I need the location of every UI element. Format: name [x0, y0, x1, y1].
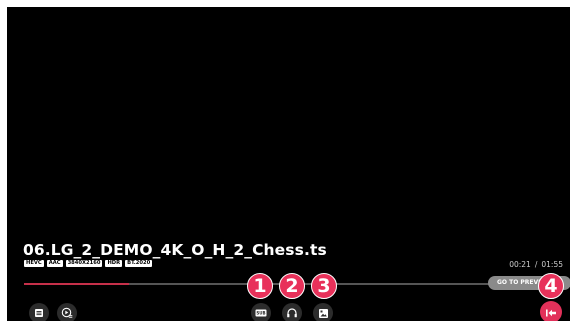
video-title: 06.LG_2_DEMO_4K_O_H_2_Chess.ts — [23, 241, 327, 259]
go-to-previous-button[interactable] — [540, 301, 562, 321]
total-time: 01:55 — [541, 260, 563, 269]
list-icon — [34, 308, 44, 318]
audio-track-button[interactable] — [282, 303, 302, 321]
subtitle-icon-label: SUB — [256, 311, 265, 316]
audio-codec-badge: AAC — [46, 260, 63, 267]
play-list-icon — [61, 307, 73, 319]
codec-badge: HEVC — [24, 260, 44, 267]
callout-marker-1: 1 — [247, 273, 273, 299]
picture-icon — [318, 308, 329, 319]
skip-previous-icon — [545, 303, 557, 322]
play-settings-button[interactable] — [57, 303, 77, 321]
callout-marker-2: 2 — [279, 273, 305, 299]
scene-button[interactable] — [313, 303, 333, 321]
callout-marker-4: 4 — [538, 273, 564, 299]
hdr-badge: HDR — [105, 260, 123, 267]
subtitle-button[interactable]: SUB — [251, 303, 271, 321]
playback-time: 00:21/01:55 — [509, 260, 563, 269]
time-separator: / — [534, 260, 538, 269]
video-info-badges: HEVC AAC 3840X2160 HDR BT.2020 — [24, 260, 153, 267]
headphones-icon — [286, 307, 298, 319]
subtitle-icon: SUB — [255, 309, 267, 317]
resolution-badge: 3840X2160 — [65, 260, 103, 267]
callout-marker-3: 3 — [311, 273, 337, 299]
color-space-badge: BT.2020 — [125, 260, 153, 267]
current-time: 00:21 — [509, 260, 531, 269]
progress-fill — [24, 283, 129, 285]
video-player-screen: 06.LG_2_DEMO_4K_O_H_2_Chess.ts HEVC AAC … — [7, 7, 570, 321]
playlist-button[interactable] — [29, 303, 49, 321]
